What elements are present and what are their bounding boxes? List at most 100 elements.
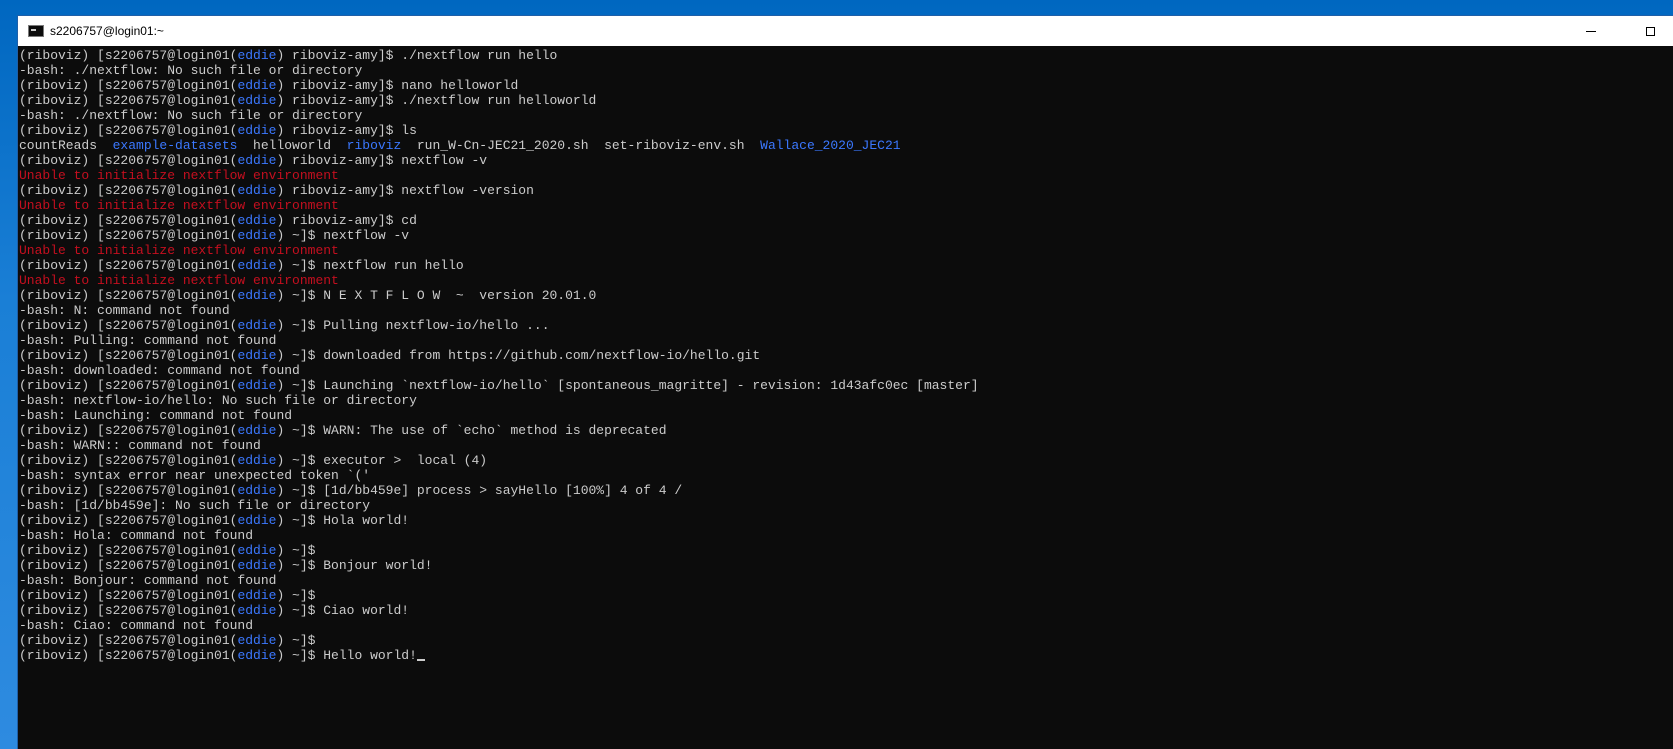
terminal-line: (riboviz) [s2206757@login01(eddie) ~]$ […	[19, 483, 1673, 498]
terminal-line: (riboviz) [s2206757@login01(eddie) ribov…	[19, 183, 1673, 198]
terminal-line: (riboviz) [s2206757@login01(eddie) ribov…	[19, 123, 1673, 138]
terminal-line: -bash: N: command not found	[19, 303, 1673, 318]
terminal-line: -bash: nextflow-io/hello: No such file o…	[19, 393, 1673, 408]
terminal-text: (riboviz) [s2206757@login01(	[19, 78, 238, 93]
maximize-icon	[1645, 26, 1655, 36]
terminal-window[interactable]: s2206757@login01:~ (riboviz) [s2206757@l…	[18, 16, 1673, 749]
terminal-text: ) ~]$	[276, 588, 316, 603]
terminal-line: (riboviz) [s2206757@login01(eddie) ribov…	[19, 213, 1673, 228]
terminal-text-user: eddie	[237, 378, 277, 393]
terminal-text-user: eddie	[237, 228, 277, 243]
terminal-text-user: eddie	[237, 318, 277, 333]
terminal-text: (riboviz) [s2206757@login01(	[19, 318, 238, 333]
terminal-text: (riboviz) [s2206757@login01(	[19, 558, 238, 573]
terminal-text: (riboviz) [s2206757@login01(	[19, 48, 238, 63]
terminal-text-dir: riboviz	[346, 138, 402, 153]
terminal-text-user: eddie	[237, 348, 277, 363]
terminal-text: (riboviz) [s2206757@login01(	[19, 423, 238, 438]
terminal-text-user: eddie	[237, 213, 277, 228]
terminal-text: ) ~]$ nextflow -v	[276, 228, 410, 243]
terminal-line: (riboviz) [s2206757@login01(eddie) ribov…	[19, 78, 1673, 93]
terminal-text: (riboviz) [s2206757@login01(	[19, 453, 238, 468]
terminal-text-user: eddie	[237, 93, 277, 108]
terminal-text-user: eddie	[237, 288, 277, 303]
terminal-text: ) riboviz-amy]$ nano helloworld	[276, 78, 519, 93]
terminal-line: -bash: Bonjour: command not found	[19, 573, 1673, 588]
terminal-text: -bash: syntax error near unexpected toke…	[19, 468, 371, 483]
terminal-text: ) riboviz-amy]$ nextflow -v	[276, 153, 488, 168]
terminal-text-user: eddie	[237, 453, 277, 468]
terminal-line: (riboviz) [s2206757@login01(eddie) ~]$ P…	[19, 318, 1673, 333]
terminal-text: -bash: WARN:: command not found	[19, 438, 261, 453]
terminal-line: (riboviz) [s2206757@login01(eddie) ribov…	[19, 93, 1673, 108]
terminal-line: (riboviz) [s2206757@login01(eddie) ribov…	[19, 48, 1673, 63]
terminal-text: (riboviz) [s2206757@login01(	[19, 153, 238, 168]
terminal-text: (riboviz) [s2206757@login01(	[19, 603, 238, 618]
terminal-text: ) ~]$ Bonjour world!	[276, 558, 433, 573]
terminal-text-user: eddie	[237, 543, 277, 558]
terminal-text: (riboviz) [s2206757@login01(	[19, 543, 238, 558]
terminal-text-user: eddie	[237, 513, 277, 528]
terminal-output[interactable]: (riboviz) [s2206757@login01(eddie) ribov…	[18, 46, 1673, 749]
terminal-line: (riboviz) [s2206757@login01(eddie) ~]$ H…	[19, 648, 1673, 663]
terminal-text-user: eddie	[237, 588, 277, 603]
terminal-text: -bash: downloaded: command not found	[19, 363, 300, 378]
terminal-line: Unable to initialize nextflow environmen…	[19, 243, 1673, 258]
terminal-line: -bash: Launching: command not found	[19, 408, 1673, 423]
terminal-text-user: eddie	[237, 558, 277, 573]
terminal-text: ) ~]$ Hello world!	[276, 648, 417, 663]
terminal-text: (riboviz) [s2206757@login01(	[19, 648, 238, 663]
terminal-line: Unable to initialize nextflow environmen…	[19, 168, 1673, 183]
terminal-text: (riboviz) [s2206757@login01(	[19, 183, 238, 198]
terminal-text: (riboviz) [s2206757@login01(	[19, 483, 238, 498]
terminal-text-user: eddie	[237, 603, 277, 618]
terminal-line: Unable to initialize nextflow environmen…	[19, 198, 1673, 213]
terminal-line: (riboviz) [s2206757@login01(eddie) ~]$ C…	[19, 603, 1673, 618]
terminal-text-user: eddie	[237, 258, 277, 273]
terminal-text: ) ~]$ Ciao world!	[276, 603, 410, 618]
terminal-text: -bash: nextflow-io/hello: No such file o…	[19, 393, 417, 408]
terminal-text: -bash: [1d/bb459e]: No such file or dire…	[19, 498, 371, 513]
terminal-line: (riboviz) [s2206757@login01(eddie) ~]$ H…	[19, 513, 1673, 528]
terminal-line: (riboviz) [s2206757@login01(eddie) ~]$ B…	[19, 558, 1673, 573]
terminal-text: (riboviz) [s2206757@login01(	[19, 378, 238, 393]
terminal-text-error: Unable to initialize nextflow environmen…	[19, 243, 339, 258]
terminal-line: -bash: WARN:: command not found	[19, 438, 1673, 453]
maximize-button[interactable]	[1627, 16, 1673, 46]
window-title: s2206757@login01:~	[50, 24, 164, 38]
terminal-line: -bash: Ciao: command not found	[19, 618, 1673, 633]
terminal-text: ) riboviz-amy]$ ./nextflow run helloworl…	[276, 93, 597, 108]
terminal-text: ) ~]$	[276, 543, 316, 558]
terminal-text: (riboviz) [s2206757@login01(	[19, 348, 238, 363]
terminal-text-user: eddie	[237, 483, 277, 498]
terminal-line: (riboviz) [s2206757@login01(eddie) ~]$ L…	[19, 378, 1673, 393]
terminal-text: (riboviz) [s2206757@login01(	[19, 213, 238, 228]
terminal-line: Unable to initialize nextflow environmen…	[19, 273, 1673, 288]
title-bar[interactable]: s2206757@login01:~	[18, 16, 1673, 46]
terminal-text-user: eddie	[237, 648, 277, 663]
terminal-line: -bash: syntax error near unexpected toke…	[19, 468, 1673, 483]
terminal-text: -bash: ./nextflow: No such file or direc…	[19, 63, 363, 78]
terminal-line: (riboviz) [s2206757@login01(eddie) ribov…	[19, 153, 1673, 168]
terminal-line: (riboviz) [s2206757@login01(eddie) ~]$	[19, 588, 1673, 603]
terminal-line: -bash: ./nextflow: No such file or direc…	[19, 108, 1673, 123]
terminal-text: (riboviz) [s2206757@login01(	[19, 288, 238, 303]
terminal-text: (riboviz) [s2206757@login01(	[19, 513, 238, 528]
minimize-button[interactable]	[1568, 16, 1614, 46]
terminal-text-user: eddie	[237, 183, 277, 198]
terminal-text: ) ~]$ Launching `nextflow-io/hello` [spo…	[276, 378, 979, 393]
terminal-line: (riboviz) [s2206757@login01(eddie) ~]$ W…	[19, 423, 1673, 438]
terminal-line: (riboviz) [s2206757@login01(eddie) ~]$	[19, 633, 1673, 648]
terminal-text: (riboviz) [s2206757@login01(	[19, 258, 238, 273]
terminal-line: (riboviz) [s2206757@login01(eddie) ~]$ N…	[19, 288, 1673, 303]
terminal-text: ) ~]$ executor > local (4)	[276, 453, 488, 468]
terminal-line: (riboviz) [s2206757@login01(eddie) ~]$	[19, 543, 1673, 558]
terminal-text: ) ~]$ [1d/bb459e] process > sayHello [10…	[276, 483, 683, 498]
terminal-text: (riboviz) [s2206757@login01(	[19, 93, 238, 108]
terminal-text: ) ~]$ N E X T F L O W ~ version 20.01.0	[276, 288, 597, 303]
terminal-text-dir: example-datasets	[112, 138, 238, 153]
terminal-text-user: eddie	[237, 633, 277, 648]
terminal-text: ) ~]$	[276, 633, 316, 648]
terminal-text: ) ~]$ Pulling nextflow-io/hello ...	[276, 318, 550, 333]
terminal-text-error: Unable to initialize nextflow environmen…	[19, 168, 339, 183]
